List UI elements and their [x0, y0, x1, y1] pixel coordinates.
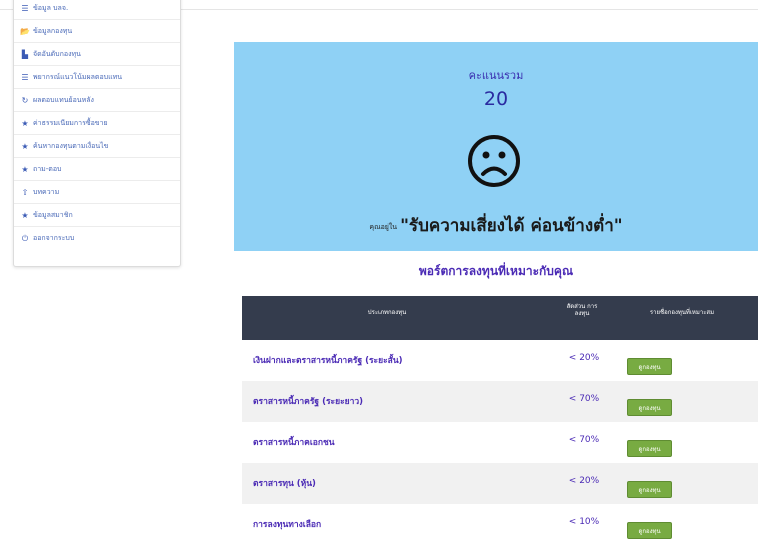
sidebar-item-return-forecast[interactable]: ☰ พยากรณ์แนวโน้มผลตอบแทน [14, 66, 180, 89]
table-row: การลงทุนทางเลือก < 10% ดูกองทุน [242, 504, 758, 543]
sidebar-item-fund-ranking[interactable]: ▙ จัดอันดับกองทุน [14, 43, 180, 66]
view-funds-button[interactable]: ดูกองทุน [627, 481, 672, 498]
power-icon: ⏻ [21, 233, 29, 243]
list-icon: ☰ [21, 72, 29, 82]
sidebar-item-fund-info[interactable]: 📂 ข้อมูลกองทุน [14, 20, 180, 43]
allocation-cell: < 70% [568, 394, 600, 404]
table-row: ตราสารหนี้ภาครัฐ (ระยะยาว) < 70% ดูกองทุ… [242, 381, 758, 422]
allocation-cell: < 20% [568, 476, 600, 486]
risk-prefix: คุณอยู่ใน [369, 223, 398, 231]
view-funds-button[interactable]: ดูกองทุน [627, 399, 672, 416]
sidebar-item-past-returns[interactable]: ↻ ผลตอบแทนย้อนหลัง [14, 89, 180, 112]
sidebar-item-label: ออกจากระบบ [33, 234, 75, 242]
header-fund-type: ประเภทกองทุน [367, 309, 407, 316]
fund-type-cell: ตราสารหนี้ภาคเอกชน [253, 438, 335, 448]
sidebar-item-label: จัดอันดับกองทุน [33, 49, 81, 58]
sidebar-item-label: ถาม-ตอบ [33, 164, 62, 173]
star-icon: ★ [21, 118, 29, 128]
score-panel: คะแนนรวม 20 คุณอยู่ใน "รับความเสี่ยงได้ ค… [234, 42, 758, 251]
table-header: ประเภทกองทุน สัดส่วน การ ลงทุน รายชื่อกอ… [242, 296, 758, 340]
sidebar-item-label: บทความ [33, 187, 60, 196]
fund-type-cell: การลงทุนทางเลือก [253, 520, 322, 530]
allocation-cell: < 70% [568, 435, 600, 445]
star-icon: ★ [21, 210, 29, 220]
sidebar-item-label: พยากรณ์แนวโน้มผลตอบแทน [33, 72, 123, 81]
list-icon: ☰ [21, 3, 29, 13]
allocation-cell: < 10% [568, 517, 600, 527]
sidebar-item-logout[interactable]: ⏻ ออกจากระบบ [14, 227, 180, 250]
header-suitable-funds: รายชื่อกองทุนที่เหมาะสม [649, 309, 715, 316]
sidebar-menu: ☰ ข้อมูล บลจ. 📂 ข้อมูลกองทุน ▙ จัดอันดับ… [13, 0, 181, 267]
risk-level-text: "รับความเสี่ยงได้ ค่อนข้างต่ำ" [400, 216, 623, 236]
sad-face-icon [468, 135, 520, 187]
score-value: 20 [483, 88, 509, 110]
allocation-cell: < 20% [568, 353, 600, 363]
sidebar-item-label: ค่าธรรมเนียมการซื้อขาย [33, 118, 108, 127]
view-funds-button[interactable]: ดูกองทุน [627, 358, 672, 375]
sidebar-item-label: ข้อมูลกองทุน [33, 26, 73, 35]
sidebar-item-articles[interactable]: ⇧ บทความ [14, 181, 180, 204]
header-allocation-ratio: สัดส่วน การ ลงทุน [566, 303, 598, 317]
fund-type-cell: เงินฝากและตราสารหนี้ภาครัฐ (ระยะสั้น) [253, 356, 403, 366]
sidebar-item-fund-search[interactable]: ★ ค้นหากองทุนตามเงื่อนไข [14, 135, 180, 158]
star-icon: ★ [21, 164, 29, 174]
sidebar-item-trading-fees[interactable]: ★ ค่าธรรมเนียมการซื้อขาย [14, 112, 180, 135]
sidebar-item-member-info[interactable]: ★ ข้อมูลสมาชิก [14, 204, 180, 227]
table-row: ตราสารทุน (หุ้น) < 20% ดูกองทุน [242, 463, 758, 504]
fund-type-cell: ตราสารทุน (หุ้น) [253, 479, 316, 489]
star-icon: ★ [21, 141, 29, 151]
refresh-icon: ↻ [21, 95, 29, 105]
file-icon: ▙ [21, 49, 29, 59]
risk-level-line: คุณอยู่ใน "รับความเสี่ยงได้ ค่อนข้างต่ำ" [234, 212, 758, 239]
portfolio-title: พอร์ตการลงทุนที่เหมาะกับคุณ [418, 264, 574, 278]
sidebar-item-label: ข้อมูลสมาชิก [33, 210, 73, 219]
sidebar-item-amc-info[interactable]: ☰ ข้อมูล บลจ. [14, 0, 180, 20]
view-funds-button[interactable]: ดูกองทุน [627, 522, 672, 539]
fund-type-cell: ตราสารหนี้ภาครัฐ (ระยะยาว) [253, 397, 364, 407]
sidebar-item-faq[interactable]: ★ ถาม-ตอบ [14, 158, 180, 181]
sidebar-item-label: ข้อมูล บลจ. [33, 3, 69, 12]
view-funds-button[interactable]: ดูกองทุน [627, 440, 672, 457]
sidebar-item-label: ค้นหากองทุนตามเงื่อนไข [33, 141, 109, 150]
folder-open-icon: 📂 [20, 26, 30, 36]
upload-icon: ⇧ [21, 187, 29, 197]
table-row: เงินฝากและตราสารหนี้ภาครัฐ (ระยะสั้น) < … [242, 340, 758, 381]
score-label: คะแนนรวม [468, 69, 524, 82]
sidebar-item-label: ผลตอบแทนย้อนหลัง [33, 95, 94, 104]
table-row: ตราสารหนี้ภาคเอกชน < 70% ดูกองทุน [242, 422, 758, 463]
